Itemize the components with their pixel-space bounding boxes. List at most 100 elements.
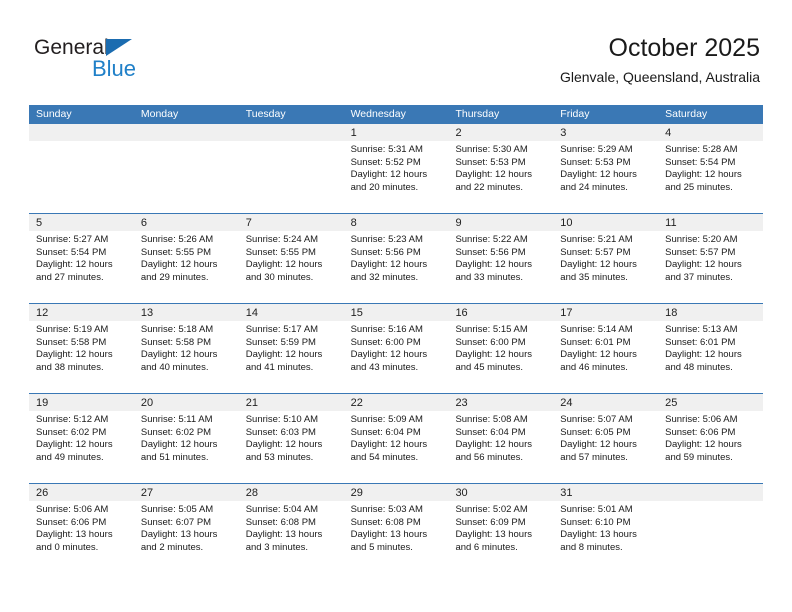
day-number: 17 (560, 307, 573, 319)
sun-info: Sunrise: 5:04 AM Sunset: 6:08 PM Daylight:… (246, 504, 344, 554)
sunset-time: Sunset: 6:08 PM (245, 516, 316, 528)
calendar-day-cell[interactable]: 2 Sunrise: 5:30 AM Sunset: 5:53 PM Daylight… (448, 124, 553, 213)
calendar-day-cell[interactable]: 9 Sunrise: 5:22 AM Sunset: 5:56 PM Daylight… (448, 214, 553, 303)
calendar-day-cell[interactable]: 29 Sunrise: 5:03 AM Sunset: 6:08 PM Dayligh… (344, 484, 449, 573)
daylight-duration-line2: and 54 minutes. (350, 451, 419, 463)
calendar-day-cell[interactable]: 4 Sunrise: 5:28 AM Sunset: 5:54 PM Daylight… (658, 124, 763, 213)
page-title: October 2025 (608, 34, 761, 62)
calendar-day-cell[interactable]: 21 Sunrise: 5:10 AM Sunset: 6:03 PM Dayligh… (239, 394, 344, 483)
calendar-day-cell[interactable]: 6 Sunrise: 5:26 AM Sunset: 5:55 PM Daylight… (134, 214, 239, 303)
calendar-day-cell[interactable]: 27 Sunrise: 5:05 AM Sunset: 6:07 PM Dayligh… (134, 484, 239, 573)
calendar-day-cell[interactable]: 5 Sunrise: 5:27 AM Sunset: 5:54 PM Daylight… (29, 214, 134, 303)
day-number: 4 (665, 127, 672, 139)
daylight-duration-line2: and 37 minutes. (665, 271, 733, 283)
day-number: 8 (350, 217, 357, 229)
sunrise-time: Sunrise: 5:13 AM (665, 324, 738, 335)
sunset-time: Sunset: 5:56 PM (455, 246, 526, 258)
day-number: 16 (455, 307, 468, 319)
day-number: 7 (245, 217, 252, 229)
calendar-day-cell[interactable]: 16 Sunrise: 5:15 AM Sunset: 6:00 PM Dayligh… (448, 304, 553, 393)
sunrise-time: Sunrise: 5:04 AM (245, 504, 319, 515)
daylight-duration-line1: Daylight: 13 hours (560, 529, 637, 541)
calendar-day-cell[interactable]: 8 Sunrise: 5:23 AM Sunset: 5:56 PM Daylight… (344, 214, 449, 303)
sunrise-time: Sunrise: 5:30 AM (455, 144, 528, 155)
day-number: 11 (665, 217, 677, 229)
sunset-time: Sunset: 6:02 PM (140, 426, 212, 438)
daylight-duration-line2: and 40 minutes. (140, 361, 209, 373)
calendar-day-cell[interactable]: 30 Sunrise: 5:02 AM Sunset: 6:09 PM Dayligh… (448, 484, 553, 573)
calendar-day-cell[interactable]: 1 Sunrise: 5:31 AM Sunset: 5:52 PM Daylight… (344, 124, 449, 213)
sunset-time: Sunset: 6:09 PM (455, 516, 526, 528)
sunrise-time: Sunrise: 5:21 AM (560, 234, 633, 245)
calendar-day-cell[interactable]: 15 Sunrise: 5:16 AM Sunset: 6:00 PM Dayligh… (344, 304, 449, 393)
weekday-header-friday: Friday (560, 108, 590, 120)
calendar-day-cell[interactable]: 19 Sunrise: 5:12 AM Sunset: 6:02 PM Dayligh… (29, 394, 134, 483)
calendar-day-cell[interactable]: 13 Sunrise: 5:18 AM Sunset: 5:58 PM Dayligh… (134, 304, 239, 393)
sunset-time: Sunset: 5:59 PM (245, 336, 316, 348)
calendar-day-cell[interactable]: 3 Sunrise: 5:29 AM Sunset: 5:53 PM Daylight… (553, 124, 658, 213)
sunrise-time: Sunrise: 5:12 AM (36, 414, 109, 425)
sunrise-time: Sunrise: 5:02 AM (455, 504, 528, 515)
day-number: 5 (36, 217, 43, 229)
general-blue-logo: General Blue (34, 36, 214, 86)
daylight-duration-line2: and 5 minutes. (350, 541, 413, 553)
calendar-day-cell[interactable]: 23 Sunrise: 5:08 AM Sunset: 6:04 PM Dayligh… (448, 394, 553, 483)
sunrise-time: Sunrise: 5:14 AM (560, 324, 633, 335)
calendar-week-row: 26 Sunrise: 5:06 AM Sunset: 6:06 PM Dayligh… (29, 483, 763, 573)
daylight-duration-line2: and 32 minutes. (350, 271, 419, 283)
sun-info: Sunrise: 5:09 AM Sunset: 6:04 PM Daylight:… (351, 414, 449, 464)
daylight-duration-line2: and 6 minutes. (455, 541, 518, 553)
sun-info: Sunrise: 5:15 AM Sunset: 6:00 PM Daylight:… (455, 324, 553, 374)
sunset-time: Sunset: 5:55 PM (245, 246, 316, 258)
daylight-duration-line1: Daylight: 12 hours (350, 259, 428, 271)
calendar-day-cell[interactable]: 11 Sunrise: 5:20 AM Sunset: 5:57 PM Dayligh… (658, 214, 763, 303)
calendar-week-row: 1 Sunrise: 5:31 AM Sunset: 5:52 PM Daylight… (29, 124, 763, 213)
calendar-day-cell[interactable]: 17 Sunrise: 5:14 AM Sunset: 6:01 PM Dayligh… (553, 304, 658, 393)
calendar-day-cell[interactable]: 14 Sunrise: 5:17 AM Sunset: 5:59 PM Dayligh… (239, 304, 344, 393)
daylight-duration-line1: Daylight: 12 hours (455, 169, 533, 181)
daylight-duration-line1: Daylight: 13 hours (350, 529, 428, 541)
calendar-day-cell[interactable]: 31 Sunrise: 5:01 AM Sunset: 6:10 PM Dayligh… (553, 484, 658, 573)
sunrise-time: Sunrise: 5:11 AM (140, 414, 213, 425)
daylight-duration-line2: and 2 minutes. (140, 541, 204, 553)
sunrise-time: Sunrise: 5:18 AM (140, 324, 214, 335)
weekday-header-saturday: Saturday (665, 108, 708, 120)
day-number (246, 125, 344, 141)
calendar-week-cells: 19 Sunrise: 5:12 AM Sunset: 6:02 PM Dayligh… (29, 394, 763, 483)
calendar-day-cell[interactable]: 18 Sunrise: 5:13 AM Sunset: 6:01 PM Dayligh… (658, 304, 763, 393)
sunset-time: Sunset: 5:55 PM (140, 246, 212, 258)
daylight-duration-line1: Daylight: 12 hours (560, 169, 637, 181)
sun-info: Sunrise: 5:28 AM Sunset: 5:54 PM Daylight:… (665, 144, 763, 194)
logo-text-blue: Blue (92, 56, 137, 81)
calendar-day-cell[interactable]: 28 Sunrise: 5:04 AM Sunset: 6:08 PM Dayligh… (239, 484, 344, 573)
sun-info: Sunrise: 5:05 AM Sunset: 6:07 PM Daylight:… (141, 504, 239, 554)
sunset-time: Sunset: 6:01 PM (665, 336, 736, 348)
sunrise-time: Sunrise: 5:26 AM (140, 234, 214, 245)
daylight-duration-line1: Daylight: 12 hours (560, 349, 637, 361)
sunrise-time: Sunrise: 5:05 AM (140, 504, 214, 515)
weekday-header-sunday: Sunday (36, 108, 72, 120)
day-number: 28 (245, 487, 258, 499)
calendar-day-cell[interactable]: 7 Sunrise: 5:24 AM Sunset: 5:55 PM Daylight… (239, 214, 344, 303)
day-number: 20 (140, 397, 154, 409)
sunrise-time: Sunrise: 5:16 AM (350, 324, 423, 335)
daylight-duration-line2: and 49 minutes. (36, 451, 104, 463)
daylight-duration-line2: and 33 minutes. (455, 271, 524, 283)
daylight-duration-line1: Daylight: 12 hours (455, 259, 533, 271)
day-number (36, 125, 134, 141)
calendar-day-cell[interactable]: 10 Sunrise: 5:21 AM Sunset: 5:57 PM Dayligh… (553, 214, 658, 303)
calendar-day-cell[interactable]: 12 Sunrise: 5:19 AM Sunset: 5:58 PM Dayligh… (29, 304, 134, 393)
calendar-day-cell[interactable]: 20 Sunrise: 5:11 AM Sunset: 6:02 PM Dayligh… (134, 394, 239, 483)
calendar-day-cell[interactable]: 24 Sunrise: 5:07 AM Sunset: 6:05 PM Dayligh… (553, 394, 658, 483)
day-number: 2 (455, 127, 462, 139)
sunset-time: Sunset: 6:03 PM (245, 426, 316, 438)
calendar-day-cell[interactable]: 22 Sunrise: 5:09 AM Sunset: 6:04 PM Dayligh… (344, 394, 449, 483)
sunrise-time: Sunrise: 5:23 AM (350, 234, 423, 245)
calendar-day-cell[interactable]: 25 Sunrise: 5:06 AM Sunset: 6:06 PM Dayligh… (658, 394, 763, 483)
sunset-time: Sunset: 5:57 PM (665, 246, 736, 258)
sun-info: Sunrise: 5:22 AM Sunset: 5:56 PM Daylight:… (455, 234, 553, 284)
sunrise-time: Sunrise: 5:03 AM (350, 504, 423, 515)
sunset-time: Sunset: 6:10 PM (560, 516, 631, 528)
daylight-duration-line2: and 22 minutes. (455, 181, 524, 193)
calendar-day-cell[interactable]: 26 Sunrise: 5:06 AM Sunset: 6:06 PM Dayligh… (29, 484, 134, 573)
